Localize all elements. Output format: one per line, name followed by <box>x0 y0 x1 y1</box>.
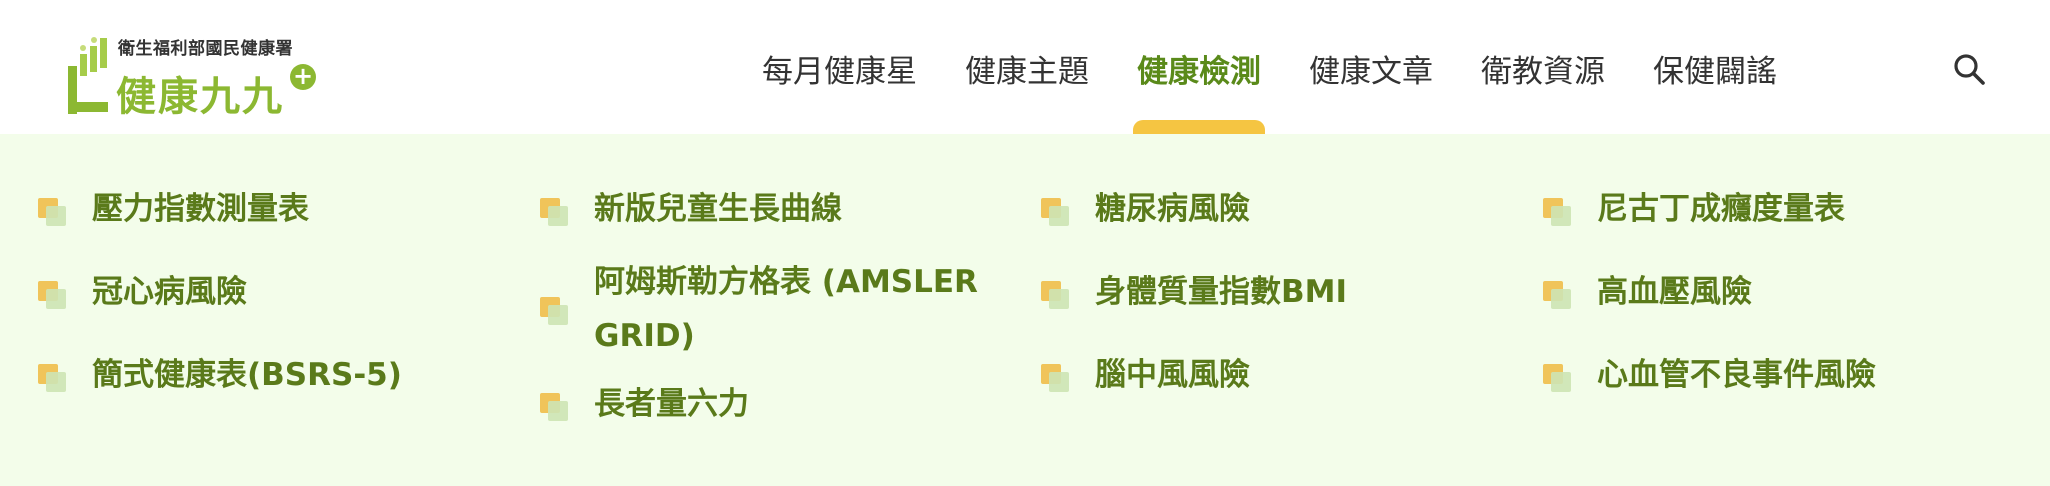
dropdown-item[interactable]: 腦中風風險 <box>1041 348 1511 402</box>
square-bullet-icon <box>1041 281 1069 309</box>
logo-mark-icon <box>68 37 108 114</box>
square-bullet-icon <box>38 198 66 226</box>
dropdown-item[interactable]: 心血管不良事件風險 <box>1543 348 2013 402</box>
dropdown-item[interactable]: 糖尿病風險 <box>1041 182 1511 236</box>
health-tests-dropdown: 壓力指數測量表 冠心病風險 簡式健康表(BSRS-5) 新版兒童生長曲線 阿姆斯… <box>0 134 2050 486</box>
logo-site-name: 健康九九 <box>116 74 284 120</box>
nav-item-health-articles[interactable]: 健康文章 <box>1309 44 1433 134</box>
dropdown-column-3: 糖尿病風險 身體質量指數BMI 腦中風風險 <box>1041 182 1511 431</box>
square-bullet-icon <box>1543 198 1571 226</box>
nav-item-health-resources[interactable]: 衛教資源 <box>1481 44 1605 134</box>
nav-item-myth-busting[interactable]: 保健闢謠 <box>1653 44 1777 134</box>
square-bullet-icon <box>1041 198 1069 226</box>
logo-plus-icon: + <box>290 64 316 90</box>
search-icon <box>1954 54 1985 85</box>
nav-item-monthly-health-star[interactable]: 每月健康星 <box>762 44 917 134</box>
dropdown-item[interactable]: 尼古丁成癮度量表 <box>1543 182 2013 236</box>
dropdown-item[interactable]: 冠心病風險 <box>38 265 508 319</box>
square-bullet-icon <box>38 364 66 392</box>
square-bullet-icon <box>540 393 568 421</box>
square-bullet-icon <box>540 198 568 226</box>
square-bullet-icon <box>38 281 66 309</box>
logo-agency-name: 衛生福利部國民健康署 <box>118 39 293 59</box>
dropdown-column-1: 壓力指數測量表 冠心病風險 簡式健康表(BSRS-5) <box>38 182 508 431</box>
dropdown-item[interactable]: 身體質量指數BMI <box>1041 265 1511 319</box>
dropdown-column-4: 尼古丁成癮度量表 高血壓風險 心血管不良事件風險 <box>1543 182 2013 431</box>
nav-item-health-tests[interactable]: 健康檢測 <box>1133 44 1265 134</box>
dropdown-item[interactable]: 新版兒童生長曲線 <box>540 182 1030 236</box>
main-nav: 每月健康星 健康主題 健康檢測 健康文章 衛教資源 保健闢謠 <box>762 44 1777 134</box>
dropdown-item[interactable]: 高血壓風險 <box>1543 265 2013 319</box>
square-bullet-icon <box>1543 364 1571 392</box>
nav-item-health-topics[interactable]: 健康主題 <box>965 44 1089 134</box>
square-bullet-icon <box>540 297 568 325</box>
square-bullet-icon <box>1041 364 1069 392</box>
search-button[interactable] <box>1952 52 1990 90</box>
dropdown-item[interactable]: 簡式健康表(BSRS-5) <box>38 348 508 402</box>
dropdown-item[interactable]: 壓力指數測量表 <box>38 182 508 236</box>
site-logo[interactable]: 衛生福利部國民健康署 健康九九 + <box>66 30 326 120</box>
dropdown-item[interactable]: 長者量六力 <box>540 377 1030 431</box>
site-header: 衛生福利部國民健康署 健康九九 + 每月健康星 健康主題 健康檢測 健康文章 衛… <box>0 0 2050 134</box>
dropdown-item[interactable]: 阿姆斯勒方格表 (AMSLER GRID) <box>540 255 1030 363</box>
dropdown-column-2: 新版兒童生長曲線 阿姆斯勒方格表 (AMSLER GRID) 長者量六力 <box>540 182 1030 460</box>
square-bullet-icon <box>1543 281 1571 309</box>
